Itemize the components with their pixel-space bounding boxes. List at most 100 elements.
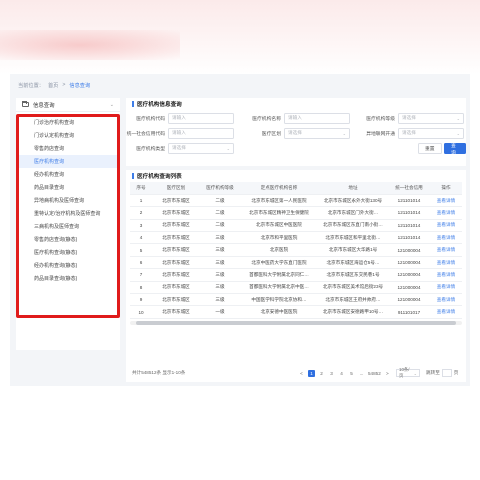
table-cell: 首都医科大学附属北京同仁…: [240, 268, 318, 282]
view-details-link[interactable]: 查看详情: [430, 268, 462, 282]
sidebar-item-outpatient-certified[interactable]: 门诊认定机构查询: [16, 129, 120, 142]
page-button[interactable]: 1: [308, 369, 315, 377]
table-cell: 北京市东城区: [152, 305, 200, 319]
page-jump: 跳转至 页: [426, 369, 458, 377]
table-cell: 三级: [200, 231, 240, 245]
field-code-label: 医疗机构代码: [136, 116, 165, 122]
field-area-label: 医疗区划: [261, 131, 281, 137]
column-header: 地址: [318, 182, 388, 195]
remote-select[interactable]: 请选择 ⌄: [398, 127, 464, 139]
jump-input[interactable]: [441, 369, 452, 377]
scrollbar-thumb[interactable]: [136, 320, 456, 325]
view-details-link[interactable]: 查看详情: [430, 231, 462, 245]
sidebar-item-remote-institution[interactable]: 异地病机构及医师查询: [16, 194, 120, 207]
table-cell: 三级: [200, 268, 240, 282]
table-cell: 6: [130, 256, 152, 270]
table-cell: 北京市东城区: [152, 256, 200, 270]
table-cell: 北京市东城区中医医院: [240, 219, 318, 233]
page-button[interactable]: 4: [338, 370, 345, 377]
table-cell: 9: [130, 293, 152, 307]
code-input[interactable]: 请输入: [168, 112, 234, 124]
area-select[interactable]: 请选择 ⌄: [284, 127, 350, 139]
sidebar-item-special-treatment[interactable]: 重特认定/治疗机构及医师查询: [16, 207, 120, 220]
page-button[interactable]: 3: [328, 370, 335, 377]
page-ellipsis[interactable]: ...: [358, 370, 365, 377]
sidebar-item-drug-catalog[interactable]: 药品目录查询: [16, 181, 120, 194]
field-name-label: 医疗机构名称: [252, 116, 281, 122]
view-details-link[interactable]: 查看详情: [430, 194, 462, 208]
sidebar-item-agency[interactable]: 经办机构查询: [16, 168, 120, 181]
table-row: 10 北京市东城区 一级 北京安德中医医院 北京市东城区安德路甲10号… 91110101…: [130, 305, 462, 319]
sidebar-item-three-diseases[interactable]: 三病机构及医师查询: [16, 220, 120, 233]
view-details-link[interactable]: 查看详情: [430, 219, 462, 233]
sidebar-item-label: 重特认定/治疗机构及医师查询: [34, 211, 101, 217]
level-select[interactable]: 请选择 ⌄: [398, 112, 464, 124]
pagination-total: 共计548512条 显示1-10条: [132, 370, 186, 375]
page-size-select[interactable]: 10条/页 ⌄: [396, 367, 420, 378]
view-details-link[interactable]: 查看详情: [430, 281, 462, 295]
table-cell: 北京市东城区大华路1号: [318, 243, 388, 257]
query-button[interactable]: 查询: [444, 143, 466, 156]
horizontal-scrollbar[interactable]: [130, 320, 462, 325]
app-container: 当前位置： 首页 > 信息查询 信息查询 ⌄ 门诊治疗机构查询 门诊认定机构查询…: [10, 74, 470, 386]
folder-icon: [22, 101, 29, 107]
table-cell: 北京市东城区: [152, 194, 200, 208]
sidebar-item-outpatient-treatment[interactable]: 门诊治疗机构查询: [16, 116, 120, 129]
page-button[interactable]: 5: [348, 370, 355, 377]
table-cell: 北京市东城区精神卫生保健院: [240, 206, 318, 220]
table-cell: 911101017: [388, 305, 430, 319]
breadcrumb-prefix: 当前位置：: [18, 82, 44, 89]
view-details-link[interactable]: 查看详情: [430, 305, 462, 319]
sidebar-item-label: 零售药店查询(静态): [34, 237, 78, 243]
sidebar-item-medical-institution-static[interactable]: 医疗机构查询(静态): [16, 246, 120, 259]
field-code: 医疗机构代码 请输入: [126, 112, 234, 124]
table-cell: 北京市东城区: [152, 293, 200, 307]
table-cell: 北京市东城区第一人民医院: [240, 194, 318, 208]
next-page-button[interactable]: >: [384, 370, 391, 377]
view-details-link[interactable]: 查看详情: [430, 243, 462, 257]
field-level-label: 医疗机构等级: [366, 116, 395, 122]
sidebar-item-label: 门诊认定机构查询: [34, 133, 75, 139]
breadcrumb-home[interactable]: 首页: [48, 82, 58, 89]
results-title-text: 医疗机构查询列表: [137, 174, 182, 180]
chevron-down-icon: ⌄: [413, 370, 417, 376]
sidebar-header[interactable]: 信息查询 ⌄: [16, 98, 120, 112]
table-cell: 北京市东城区永外大街130号: [318, 194, 388, 208]
view-details-link[interactable]: 查看详情: [430, 293, 462, 307]
credit-input[interactable]: 请输入: [168, 127, 234, 139]
type-select-placeholder: 请选择: [172, 145, 186, 150]
type-select[interactable]: 请选择 ⌄: [168, 142, 234, 154]
level-select-placeholder: 请选择: [402, 115, 416, 120]
table-cell: 北京市东城区东交民巷1号: [318, 268, 388, 282]
sidebar-item-label: 零售药店查询: [34, 146, 65, 152]
breadcrumb-separator: >: [62, 82, 66, 88]
name-input-placeholder: 请输入: [288, 115, 302, 120]
table-cell: 北京市东城区: [152, 281, 200, 295]
table-cell: 7: [130, 268, 152, 282]
table-cell: 中国医学科学院北京协和…: [240, 293, 318, 307]
pagination-pages: < 1 2 3 4 5 ... 54852 >: [298, 369, 391, 377]
table-row: 1 北京市东城区 二级 北京市东城区第一人民医院 北京市东城区永外大街130号 12110…: [130, 194, 462, 208]
table-cell: 5: [130, 243, 152, 257]
sidebar-item-agency-static[interactable]: 经办机构查询(静态): [16, 259, 120, 272]
table-cell: 三级: [200, 281, 240, 295]
prev-page-button[interactable]: <: [298, 370, 305, 377]
page-button[interactable]: 2: [318, 370, 325, 377]
name-input[interactable]: 请输入: [284, 112, 350, 124]
page-button[interactable]: 54852: [368, 370, 381, 377]
view-details-link[interactable]: 查看详情: [430, 206, 462, 220]
table-cell: 北京医院: [240, 243, 318, 257]
table-row: 7 北京市东城区 三级 首都医科大学附属北京同仁… 北京市东城区东交民巷1号 121000…: [130, 268, 462, 282]
sidebar-item-medical-institution[interactable]: 医疗机构查询: [16, 155, 120, 168]
view-details-link[interactable]: 查看详情: [430, 256, 462, 270]
table-cell: 三级: [200, 293, 240, 307]
table-cell: 北京市东城区东直门南小街…: [318, 219, 388, 233]
sidebar-item-drug-catalog-static[interactable]: 药品目录查询(静态): [16, 272, 120, 285]
table-cell: 北京市东城区: [152, 231, 200, 245]
field-level: 医疗机构等级 请选择 ⌄: [356, 112, 464, 124]
sidebar: 信息查询 ⌄ 门诊治疗机构查询 门诊认定机构查询 零售药店查询 医疗机构查询 经…: [16, 98, 120, 350]
sidebar-item-label: 经办机构查询(静态): [34, 263, 78, 269]
reset-button[interactable]: 重置: [418, 143, 442, 154]
sidebar-item-retail-pharmacy[interactable]: 零售药店查询: [16, 142, 120, 155]
sidebar-item-retail-pharmacy-static[interactable]: 零售药店查询(静态): [16, 233, 120, 246]
